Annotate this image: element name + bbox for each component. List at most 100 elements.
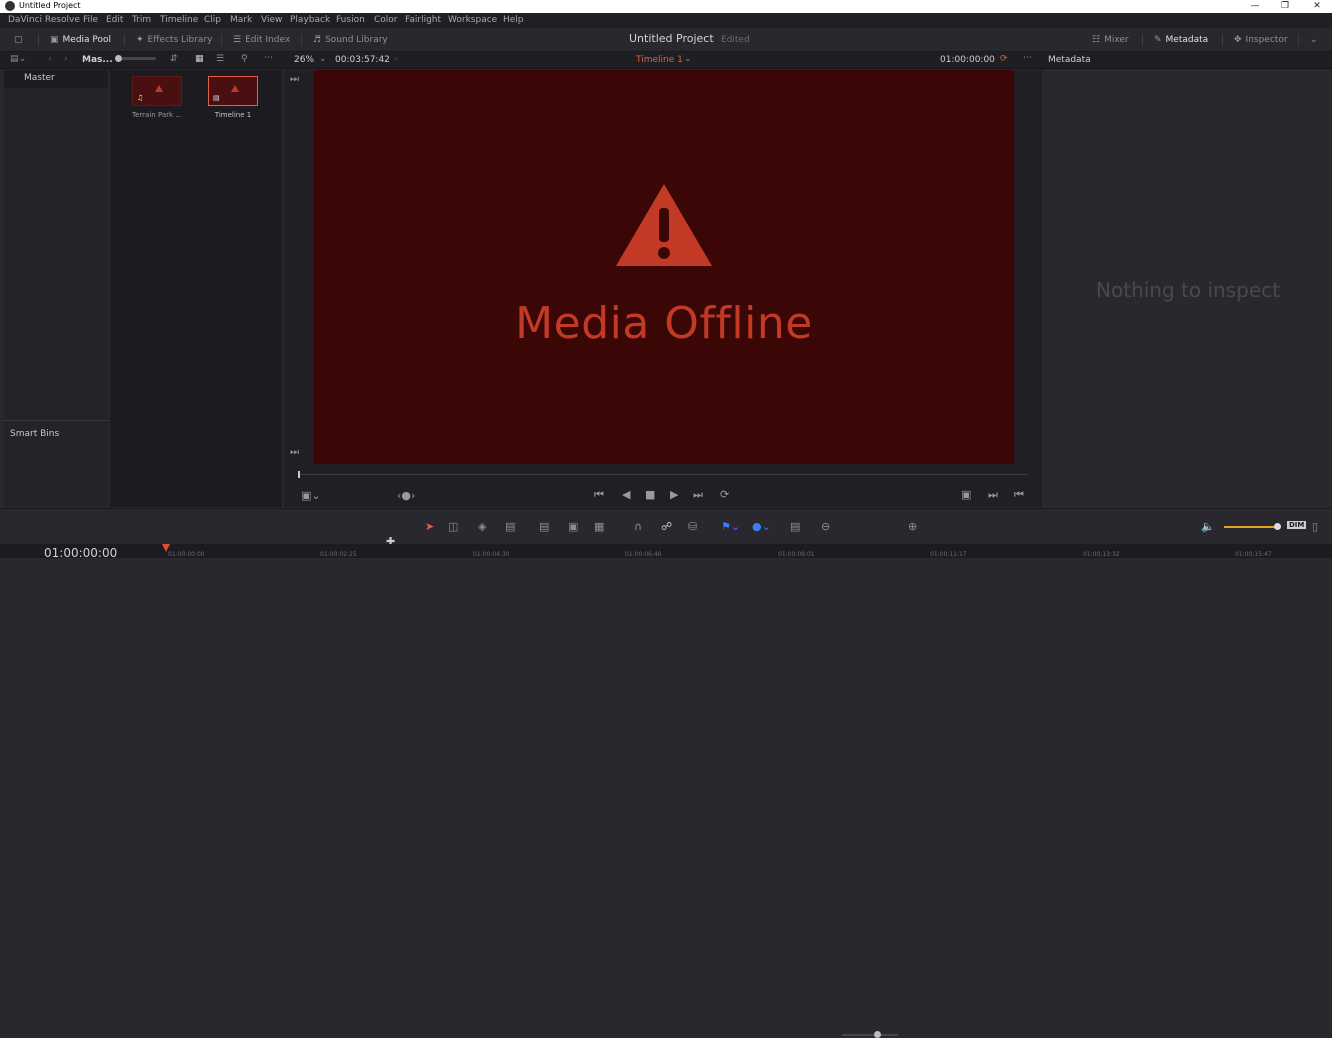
metadata-panel: Nothing to inspect xyxy=(1044,70,1332,507)
position-lock-icon[interactable]: ⛁ xyxy=(688,520,697,533)
mixer-button[interactable]: ☷ Mixer xyxy=(1092,33,1129,47)
dim-button[interactable]: DIM xyxy=(1287,521,1307,529)
inspector-button[interactable]: ✥ Inspector xyxy=(1234,33,1288,47)
zoom-level[interactable]: 26% xyxy=(294,55,314,65)
divider xyxy=(38,34,39,46)
audio-icon: ♫ xyxy=(137,94,144,102)
timeline-ruler[interactable]: 01:00:00:00 01:00:00:00 01:00:02:15 01:0… xyxy=(0,544,1332,560)
go-to-last-frame-icon[interactable]: ⏭ xyxy=(290,447,299,458)
thumbnail-size-slider[interactable] xyxy=(115,55,156,62)
sound-library-button[interactable]: ♬ Sound Library xyxy=(313,33,388,47)
menu-davinci-resolve[interactable]: DaVinci Resolve xyxy=(8,15,80,25)
divider xyxy=(124,34,125,46)
insert-clip-icon[interactable]: ▤ xyxy=(539,520,549,533)
smart-bins-header[interactable]: Smart Bins xyxy=(4,420,108,507)
list-view-icon[interactable]: ☰ xyxy=(216,54,224,64)
media-pool-button[interactable]: ▣ Media Pool xyxy=(50,33,111,47)
viewer[interactable]: Media Offline xyxy=(314,70,1014,464)
divider xyxy=(221,34,222,46)
overwrite-clip-icon[interactable]: ▣ xyxy=(568,520,578,533)
menu-file[interactable]: File xyxy=(83,15,98,25)
slider-handle[interactable] xyxy=(874,1031,881,1038)
volume-slider[interactable] xyxy=(1224,523,1281,530)
timeline-name[interactable]: Timeline 1 xyxy=(636,55,683,65)
menu-fairlight[interactable]: Fairlight xyxy=(405,15,441,25)
play-icon[interactable]: ▶ xyxy=(670,488,678,501)
audio-meter-icon[interactable]: ▯ xyxy=(1312,520,1318,533)
stop-icon[interactable]: ■ xyxy=(645,488,655,501)
loop-icon[interactable]: ⟳ xyxy=(720,488,729,501)
next-edit-icon[interactable]: ⏭ xyxy=(988,488,998,502)
menu-workspace[interactable]: Workspace xyxy=(448,15,497,25)
close-button[interactable]: ✕ xyxy=(1302,0,1332,13)
slider-handle[interactable] xyxy=(1274,523,1281,530)
menu-trim[interactable]: Trim xyxy=(132,15,151,25)
match-frame-icon[interactable]: ▣ xyxy=(961,488,971,501)
slider-handle[interactable] xyxy=(115,55,122,62)
panel-toggle-button[interactable]: ▢ xyxy=(14,33,27,47)
menu-fusion[interactable]: Fusion xyxy=(336,15,365,25)
bin-layout-icon[interactable]: ▤⌄ xyxy=(10,54,26,64)
search-icon[interactable]: ⚲ xyxy=(241,54,248,64)
effects-library-button[interactable]: ✦ Effects Library xyxy=(136,33,212,47)
expand-panel-button[interactable]: ⌄ xyxy=(1310,33,1322,47)
speaker-icon[interactable]: 🔈 xyxy=(1201,520,1215,533)
menu-clip[interactable]: Clip xyxy=(204,15,221,25)
timeline-zoom-slider[interactable] xyxy=(842,1031,898,1038)
go-to-first-frame-icon[interactable]: ⏭ xyxy=(290,74,299,85)
menu-help[interactable]: Help xyxy=(503,15,524,25)
menu-playback[interactable]: Playback xyxy=(290,15,330,25)
grid-view-icon[interactable]: ▦ xyxy=(195,54,204,64)
flag-icon[interactable]: ⚑⌄ xyxy=(721,520,740,533)
more-options-icon[interactable]: ⋯ xyxy=(1023,53,1032,63)
replace-clip-icon[interactable]: ▦ xyxy=(594,520,604,533)
edit-index-button[interactable]: ☰ Edit Index xyxy=(233,33,290,47)
menu-bar: DaVinci Resolve File Edit Trim Timeline … xyxy=(0,13,1332,28)
selection-mode-icon[interactable]: ➤ xyxy=(425,520,434,533)
zoom-in-icon[interactable]: ⊕ xyxy=(908,520,917,533)
marker-icon[interactable]: ●⌄ xyxy=(752,520,771,533)
play-reverse-icon[interactable]: ◀ xyxy=(622,488,630,501)
back-icon[interactable]: ‹ xyxy=(48,54,52,64)
linked-selection-icon[interactable]: ☍ xyxy=(661,520,672,533)
menu-edit[interactable]: Edit xyxy=(106,15,123,25)
dynamic-trim-icon[interactable]: ◈ xyxy=(478,520,486,533)
timeline-view-options-icon[interactable]: ▤ xyxy=(790,520,800,533)
viewer-scrubber[interactable] xyxy=(298,471,1028,478)
restore-button[interactable]: ❐ xyxy=(1270,0,1300,13)
menu-mark[interactable]: Mark xyxy=(230,15,252,25)
blade-edit-icon[interactable]: ▤ xyxy=(505,520,515,533)
menu-timeline[interactable]: Timeline xyxy=(160,15,198,25)
edit-index-label: Edit Index xyxy=(245,35,291,45)
bin-name: Mas... xyxy=(82,55,113,65)
window-titlebar: Untitled Project — ❐ ✕ xyxy=(0,0,1332,13)
forward-icon[interactable]: › xyxy=(64,54,68,64)
clip-name: Timeline 1 xyxy=(214,111,252,119)
clip-thumbnail-terrain-park[interactable]: ♫ xyxy=(132,76,182,106)
viewer-timecode: 01:00:00:00 xyxy=(940,55,995,65)
more-options-icon[interactable]: ⋯ xyxy=(264,53,273,63)
skip-to-start-icon[interactable]: ⏮ xyxy=(594,488,604,502)
bin-master[interactable]: Master xyxy=(4,70,108,88)
sort-icon[interactable]: ⇵ xyxy=(170,54,178,64)
trim-edit-icon[interactable]: ◫ xyxy=(448,520,458,533)
offline-warning-icon xyxy=(231,85,239,92)
viewer-options-icon[interactable]: ▣⌄ xyxy=(301,489,321,502)
metadata-button[interactable]: ✎ Metadata xyxy=(1154,33,1208,47)
jog-control-icon[interactable]: ‹●› xyxy=(397,489,415,502)
sync-icon[interactable]: ⟳ xyxy=(1000,54,1008,64)
zoom-out-icon[interactable]: ⊖ xyxy=(821,520,830,533)
inspector-icon: ✥ xyxy=(1234,35,1242,45)
chevron-down-icon[interactable]: ⌄ xyxy=(319,54,327,64)
mixer-icon: ☷ xyxy=(1092,35,1101,45)
previous-edit-icon[interactable]: ⏮ xyxy=(1014,488,1024,502)
minimize-button[interactable]: — xyxy=(1240,0,1270,13)
snapping-icon[interactable]: ∩ xyxy=(634,520,642,533)
skip-to-end-icon[interactable]: ⏭ xyxy=(693,488,703,502)
clip-thumbnail-timeline-1[interactable]: ▤ xyxy=(208,76,258,106)
scrubber-playhead[interactable] xyxy=(298,471,300,478)
menu-view[interactable]: View xyxy=(261,15,282,25)
status-dot-icon: ◦ xyxy=(393,55,399,65)
chevron-down-icon[interactable]: ⌄ xyxy=(684,54,692,64)
menu-color[interactable]: Color xyxy=(374,15,398,25)
